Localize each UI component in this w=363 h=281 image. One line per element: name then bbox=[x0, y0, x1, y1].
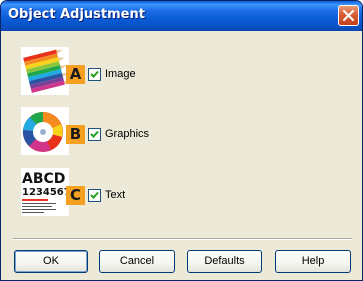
graphics-checkbox[interactable] bbox=[88, 128, 101, 141]
checkmark-icon bbox=[90, 191, 99, 199]
image-label[interactable]: Image bbox=[105, 68, 136, 81]
option-row-graphics: B Graphics bbox=[21, 107, 221, 159]
help-button[interactable]: Help bbox=[275, 250, 351, 273]
close-button[interactable] bbox=[338, 5, 359, 26]
badge-a: A bbox=[66, 65, 85, 84]
object-adjustment-dialog: Object Adjustment A Image B Graphics ABC… bbox=[0, 0, 363, 281]
defaults-button[interactable]: Defaults bbox=[187, 250, 262, 273]
pie-chart-icon bbox=[21, 107, 69, 155]
text-label[interactable]: Text bbox=[105, 189, 125, 202]
close-icon bbox=[343, 10, 354, 21]
thumbnail-text-line2: 1234567 bbox=[22, 187, 69, 198]
option-row-text: ABCD 1234567 C Text bbox=[21, 168, 221, 220]
colored-pencils-icon bbox=[21, 47, 69, 95]
window-title: Object Adjustment bbox=[8, 7, 145, 22]
checkmark-icon bbox=[90, 130, 99, 138]
thumbnail-text-line1: ABCD bbox=[22, 171, 65, 187]
title-bar[interactable]: Object Adjustment bbox=[1, 1, 362, 31]
cancel-button[interactable]: Cancel bbox=[99, 250, 175, 273]
checkmark-icon bbox=[90, 70, 99, 78]
badge-b: B bbox=[66, 125, 85, 144]
text-sample-icon: ABCD 1234567 bbox=[21, 168, 69, 216]
graphics-label[interactable]: Graphics bbox=[105, 128, 149, 141]
ok-button[interactable]: OK bbox=[14, 250, 88, 273]
option-row-image: A Image bbox=[21, 47, 221, 99]
badge-c: C bbox=[66, 186, 85, 205]
separator bbox=[13, 238, 352, 240]
image-checkbox[interactable] bbox=[88, 68, 101, 81]
text-checkbox[interactable] bbox=[88, 189, 101, 202]
